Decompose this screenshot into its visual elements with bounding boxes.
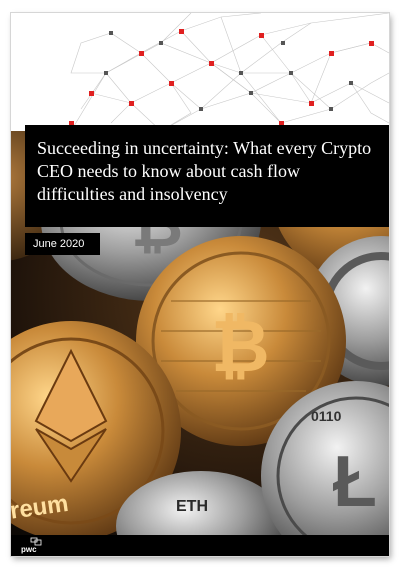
report-title: Succeeding in uncertainty: What every Cr… bbox=[37, 138, 372, 204]
pwc-logo-icon: pwc bbox=[21, 537, 45, 554]
eth-badge-text: ETH bbox=[176, 498, 208, 515]
brand-name: pwc bbox=[21, 545, 37, 554]
footer-bar: pwc bbox=[11, 535, 389, 556]
litecoin-symbol: Ł bbox=[333, 442, 377, 522]
date-badge: June 2020 bbox=[25, 233, 100, 255]
litecoin-digits: 0110 bbox=[311, 408, 342, 424]
report-cover: ₿ ₿ reum ETH 0110 Ł Succeeding in uncert… bbox=[11, 13, 389, 556]
network-pattern-graphic bbox=[69, 13, 389, 131]
publication-date: June 2020 bbox=[33, 238, 85, 250]
gold-bitcoin-symbol: ₿ bbox=[211, 307, 270, 387]
title-banner: Succeeding in uncertainty: What every Cr… bbox=[25, 125, 389, 227]
